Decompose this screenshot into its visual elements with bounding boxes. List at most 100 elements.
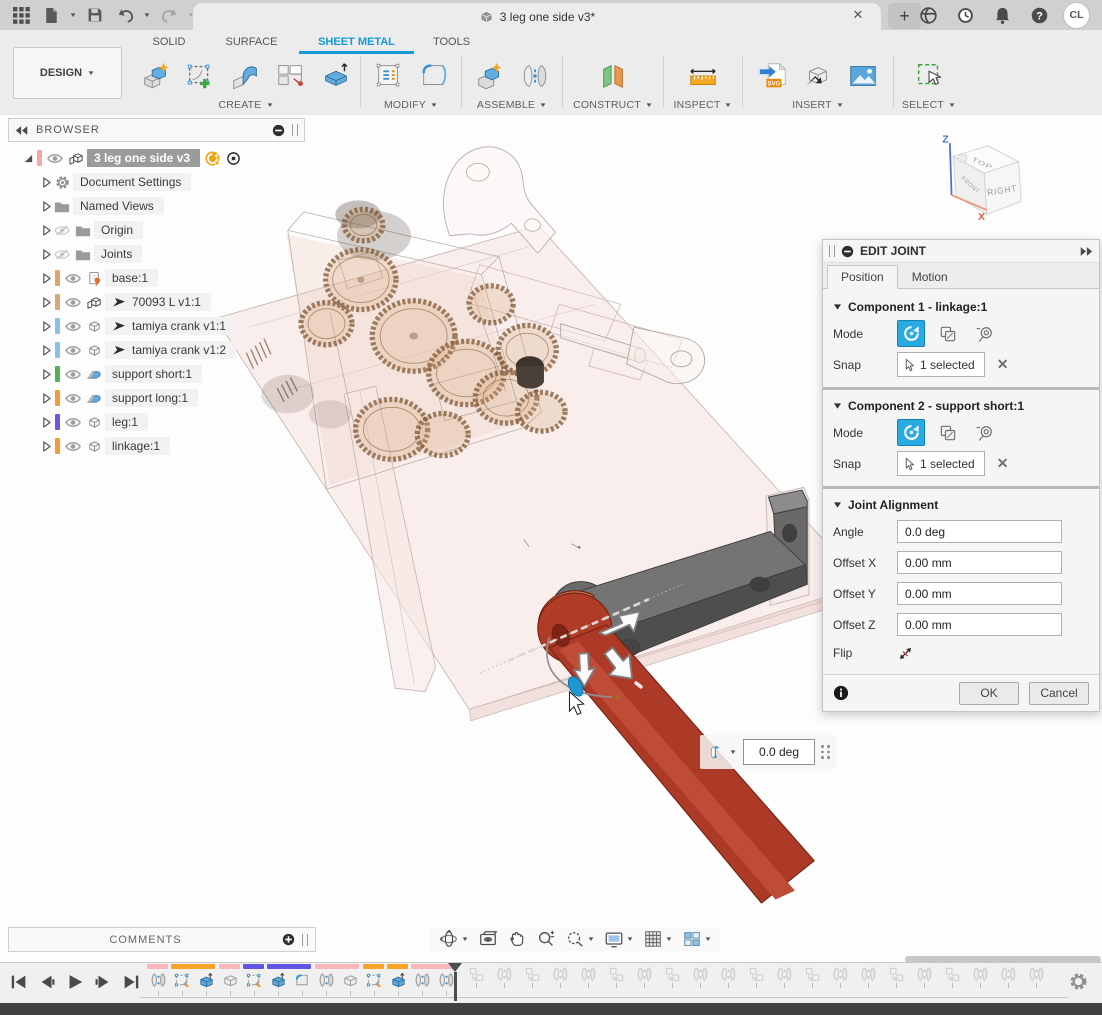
file-menu-button[interactable] [38, 2, 64, 28]
browser-item-named-views[interactable]: Named Views [8, 194, 305, 218]
viewport-canvas[interactable]: TOP FRONT RIGHT Z X BROWSER 3 leg one si… [0, 115, 1102, 962]
file-menu-caret-icon[interactable] [68, 2, 78, 28]
visibility-eye-icon[interactable] [64, 320, 82, 333]
timeline-future-item-move[interactable] [882, 966, 910, 988]
component1-section-header[interactable]: Component 1 - linkage:1 [833, 300, 1089, 314]
browser-item-label[interactable]: Joints [94, 245, 142, 263]
expand-arrow-icon[interactable] [39, 297, 53, 308]
browser-item-linkage-1[interactable]: linkage:1 [8, 434, 305, 458]
dialog-header[interactable]: EDIT JOINT [823, 240, 1099, 263]
browser-item-label[interactable]: tamiya crank v1:1 [105, 317, 236, 335]
hud-options-handle[interactable] [821, 745, 830, 759]
offset-x-field[interactable] [897, 551, 1062, 574]
expand-arrow-icon[interactable] [39, 345, 53, 356]
viewports-button[interactable] [679, 928, 715, 950]
undo-caret-icon[interactable] [142, 2, 152, 28]
pan-button[interactable] [504, 928, 530, 950]
browser-item-label[interactable]: support long:1 [105, 389, 198, 407]
ribbon-group-label-construct[interactable]: CONSTRUCT [573, 97, 653, 112]
visibility-eye-hidden-icon[interactable] [53, 224, 71, 237]
insert-svg-button[interactable]: SVG [755, 58, 791, 94]
timeline-future-item-joint[interactable] [714, 966, 742, 988]
expand-arrow-icon[interactable] [39, 273, 53, 284]
close-tab-icon[interactable]: ✕ [849, 7, 867, 23]
browser-header[interactable]: BROWSER [8, 118, 305, 142]
step-back-button[interactable] [36, 971, 58, 993]
insert-mesh-button[interactable] [800, 58, 836, 94]
ribbon-group-label-assemble[interactable]: ASSEMBLE [477, 97, 547, 112]
timeline-future-item-joint[interactable] [826, 966, 854, 988]
timeline-item-joint[interactable] [410, 964, 434, 996]
avatar[interactable]: CL [1063, 2, 1090, 29]
help-icon[interactable]: ? [1026, 2, 1052, 28]
chevron-down-icon[interactable] [729, 748, 737, 756]
ribbon-group-label-insert[interactable]: INSERT [792, 97, 844, 112]
sync-in-progress-badge-icon[interactable] [205, 151, 220, 166]
grid-settings-button[interactable] [640, 928, 676, 950]
expand-arrow-icon[interactable] [39, 321, 53, 332]
timeline-future-item-joint[interactable] [574, 966, 602, 988]
timeline-playhead[interactable] [448, 963, 462, 1001]
timeline-future-item-move[interactable] [658, 966, 686, 988]
ribbon-tab-sheet-metal[interactable]: SHEET METAL [299, 32, 414, 54]
visibility-eye-icon[interactable] [64, 416, 82, 429]
timeline-future-item-joint[interactable] [770, 966, 798, 988]
browser-item-label[interactable]: support short:1 [105, 365, 202, 383]
browser-item-joints[interactable]: Joints [8, 242, 305, 266]
create-sketch-button[interactable] [183, 58, 219, 94]
browser-item-support-short-1[interactable]: support short:1 [8, 362, 305, 386]
tab-position[interactable]: Position [827, 265, 898, 289]
ribbon-group-label-inspect[interactable]: INSPECT [674, 97, 733, 112]
joint-alignment-header[interactable]: Joint Alignment [833, 498, 1089, 512]
visibility-eye-icon[interactable] [64, 272, 82, 285]
insert-canvas-button[interactable] [845, 58, 881, 94]
component2-snap-selection[interactable]: 1 selected [897, 451, 985, 476]
collapse-panel-icon[interactable] [15, 125, 29, 136]
mode-revolve-button[interactable] [897, 320, 925, 347]
cancel-button[interactable]: Cancel [1029, 682, 1089, 705]
mode-between-faces-button[interactable] [971, 419, 999, 446]
activate-component-radio-icon[interactable] [226, 151, 241, 166]
timeline-future-item-joint[interactable] [910, 966, 938, 988]
timeline-future-item-joint[interactable] [994, 966, 1022, 988]
viewcube[interactable]: TOP FRONT RIGHT Z X [942, 133, 1021, 222]
browser-item-base-1[interactable]: base:1 [8, 266, 305, 290]
fillet-button[interactable] [416, 58, 452, 94]
job-status-icon[interactable] [952, 2, 978, 28]
browser-item-label[interactable]: 3 leg one side v3 [87, 149, 200, 167]
timeline-future-item-move[interactable] [798, 966, 826, 988]
visibility-eye-icon[interactable] [64, 344, 82, 357]
look-at-button[interactable] [475, 928, 501, 950]
select-button[interactable] [911, 58, 947, 94]
timeline-future-item-joint[interactable] [490, 966, 518, 988]
timeline-future-item-joint[interactable] [686, 966, 714, 988]
browser-item-label[interactable]: linkage:1 [105, 437, 170, 455]
expand-arrow-icon[interactable] [21, 153, 35, 164]
angle-field[interactable] [897, 520, 1062, 543]
timeline-future-item-joint[interactable] [966, 966, 994, 988]
browser-item-document-settings[interactable]: Document Settings [8, 170, 305, 194]
new-component-button[interactable] [472, 58, 508, 94]
expand-arrow-icon[interactable] [39, 441, 53, 452]
expand-arrow-icon[interactable] [39, 201, 53, 212]
timeline-future-item-joint[interactable] [854, 966, 882, 988]
timeline-item-body[interactable] [218, 964, 242, 996]
form-button[interactable] [371, 58, 407, 94]
minimize-dialog-icon[interactable] [841, 245, 854, 258]
save-button[interactable] [82, 2, 108, 28]
timeline-item-sketch[interactable] [242, 964, 266, 996]
visibility-eye-icon[interactable] [64, 368, 82, 381]
ribbon-group-label-select[interactable]: SELECT [902, 97, 956, 112]
timeline-item-joint[interactable] [314, 964, 338, 996]
dock-panel-icon[interactable] [1079, 246, 1093, 257]
clear-selection-icon[interactable]: ✕ [997, 356, 1009, 373]
browser-item-tamiya-crank-v1-1[interactable]: tamiya crank v1:1 [8, 314, 305, 338]
timeline-settings-gear-icon[interactable] [1069, 972, 1088, 991]
browser-item-origin[interactable]: Origin [8, 218, 305, 242]
tab-motion[interactable]: Motion [898, 265, 962, 289]
expand-arrow-icon[interactable] [39, 369, 53, 380]
timeline-future-item-move[interactable] [742, 966, 770, 988]
ribbon-tab-tools[interactable]: TOOLS [414, 32, 489, 54]
timeline-future-item-move[interactable] [462, 966, 490, 988]
expand-arrow-icon[interactable] [39, 393, 53, 404]
